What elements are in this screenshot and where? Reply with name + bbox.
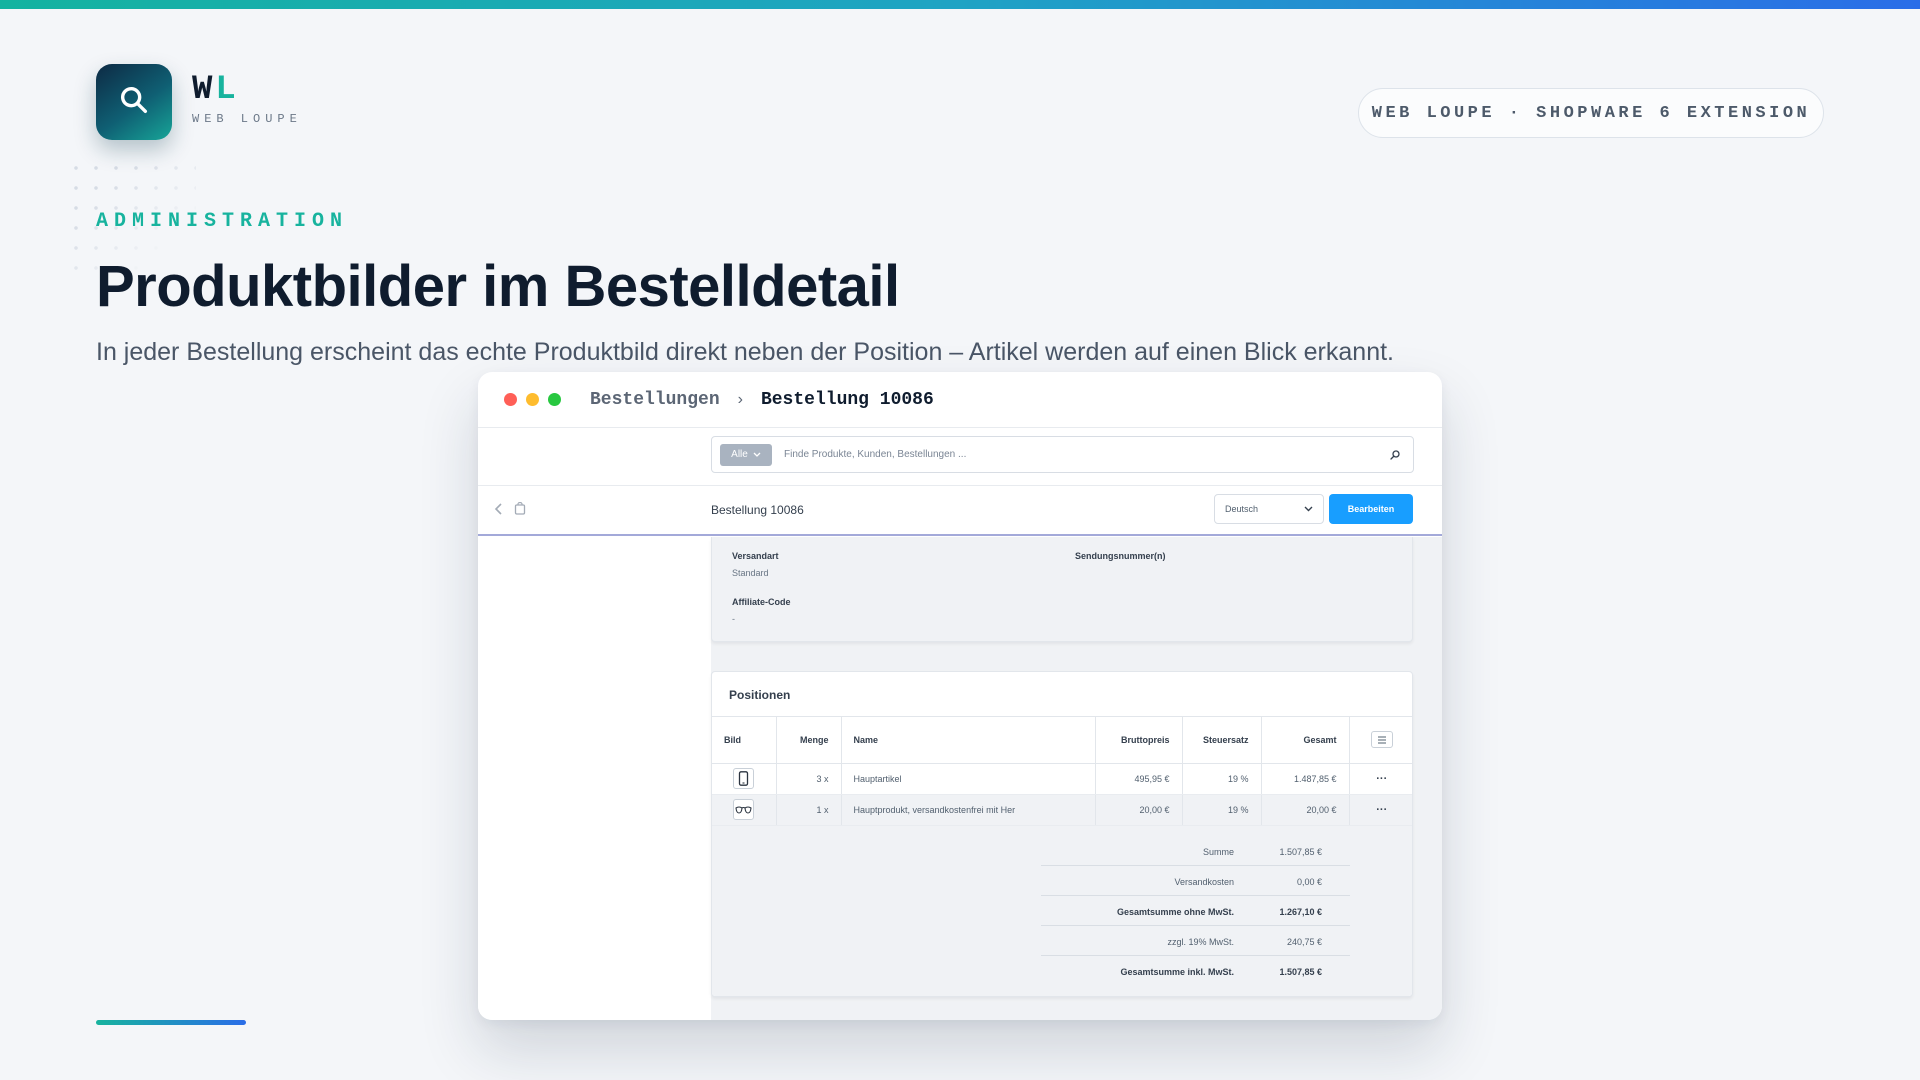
smartphone-icon [739, 771, 749, 786]
language-select[interactable]: Deutsch [1214, 494, 1324, 524]
more-actions-icon[interactable]: ··· [1376, 804, 1387, 816]
summary-value: 0,00 € [1296, 877, 1322, 887]
back-arrow-icon[interactable] [494, 502, 504, 521]
admin-search-row: Alle Finde Produkte, Kunden, Bestellunge… [478, 428, 1442, 486]
summary-value: 1.507,85 € [1279, 967, 1322, 977]
gross-price-cell: 20,00 € [1095, 794, 1183, 826]
logo-letter-l: L [215, 71, 239, 109]
more-actions-icon[interactable]: ··· [1376, 773, 1387, 785]
column-header-total[interactable]: Gesamt [1261, 717, 1350, 764]
product-thumbnail[interactable] [733, 768, 755, 789]
summary-row-shipping: Versandkosten 0,00 € [1041, 866, 1350, 896]
order-summary: Summe 1.507,85 € Versandkosten 0,00 € Ge… [712, 826, 1412, 996]
product-thumbnail[interactable] [733, 799, 755, 820]
summary-row-vat: zzgl. 19% MwSt. 240,75 € [1041, 926, 1350, 956]
language-value: Deutsch [1225, 504, 1259, 514]
summary-label: zzgl. 19% MwSt. [1167, 937, 1234, 947]
order-title: Bestellung 10086 [711, 503, 804, 517]
app-logo [96, 64, 172, 140]
positions-title: Positionen [712, 672, 1412, 717]
product-image-cell [712, 794, 777, 826]
shopping-bag-icon [514, 501, 526, 520]
row-actions-cell: ··· [1349, 763, 1412, 795]
page-subline: In jeder Bestellung erscheint das echte … [96, 338, 1394, 366]
breadcrumb-current: Bestellung 10086 [760, 389, 934, 410]
edit-button[interactable]: Bearbeiten [1329, 494, 1413, 524]
global-search-field[interactable]: Alle Finde Produkte, Kunden, Bestellunge… [711, 436, 1414, 473]
close-window-button[interactable] [504, 393, 517, 406]
summary-row-net-total: Gesamtsumme ohne MwSt. 1.267,10 € [1041, 896, 1350, 926]
total-cell: 1.487,85 € [1261, 763, 1350, 795]
table-row[interactable]: 3 x Hauptartikel 495,95 € 19 % 1.487,85 … [712, 763, 1412, 795]
positions-card: Positionen Bild Menge Name Bruttopreis S… [711, 671, 1413, 997]
quantity-cell: 3 x [776, 763, 842, 795]
affiliate-code-label: Affiliate-Code [732, 597, 791, 607]
positions-table: Bild Menge Name Bruttopreis Steuersatz G… [712, 717, 1412, 826]
page-headline: Produktbilder im Bestelldetail [96, 254, 900, 319]
product-name-cell: Hauptartikel [841, 763, 1096, 795]
chevron-down-icon [753, 452, 761, 457]
search-icon [117, 83, 151, 122]
table-header-row: Bild Menge Name Bruttopreis Steuersatz G… [712, 717, 1412, 764]
column-settings-button[interactable] [1370, 731, 1393, 749]
summary-value: 1.507,85 € [1279, 847, 1322, 857]
row-actions-cell: ··· [1349, 794, 1412, 826]
logo-subtitle: WEB LOUPE [192, 112, 302, 126]
section-eyebrow: ADMINISTRATION [96, 210, 349, 233]
total-cell: 20,00 € [1261, 794, 1350, 826]
search-filter-label: Alle [731, 449, 748, 460]
summary-label: Versandkosten [1174, 877, 1234, 887]
search-icon[interactable] [1389, 449, 1401, 461]
product-name-cell: Hauptprodukt, versandkostenfrei mit Her [841, 794, 1096, 826]
glasses-icon [735, 805, 752, 814]
column-header-name[interactable]: Name [841, 717, 1096, 764]
order-detail-content: Versandart Standard Sendungsnummer(n) Af… [478, 537, 1442, 1020]
shipping-method-value: Standard [732, 568, 769, 578]
tax-rate-cell: 19 % [1182, 763, 1262, 795]
summary-value: 240,75 € [1286, 937, 1322, 947]
product-image-cell [712, 763, 777, 795]
affiliate-code-value: - [732, 614, 735, 624]
minimize-window-button[interactable] [526, 393, 539, 406]
list-icon [1377, 736, 1386, 744]
column-header-tax-rate[interactable]: Steuersatz [1182, 717, 1262, 764]
column-header-gross-price[interactable]: Bruttopreis [1095, 717, 1183, 764]
tax-rate-cell: 19 % [1182, 794, 1262, 826]
search-input[interactable]: Finde Produkte, Kunden, Bestellungen ... [784, 449, 1389, 460]
search-filter-dropdown[interactable]: Alle [720, 443, 772, 466]
breadcrumb-separator: › [737, 390, 743, 408]
logo-initials: WL [192, 72, 302, 108]
browser-window: Bestellungen › Bestellung 10086 Alle Fin… [478, 372, 1442, 1020]
summary-value: 1.267,10 € [1279, 907, 1322, 917]
bottom-accent-bar [96, 1020, 246, 1025]
order-details-card: Versandart Standard Sendungsnummer(n) Af… [711, 537, 1413, 642]
product-pill-badge: WEB LOUPE · SHOPWARE 6 EXTENSION [1358, 88, 1824, 138]
table-row[interactable]: 1 x Hauptprodukt, versandkostenfrei mit … [712, 794, 1412, 826]
chevron-down-icon [1304, 506, 1313, 512]
summary-label: Gesamtsumme ohne MwSt. [1116, 907, 1234, 917]
logo-letter-w: W [192, 71, 216, 109]
gross-price-cell: 495,95 € [1095, 763, 1183, 795]
logo-wordmark: WL WEB LOUPE [192, 72, 302, 126]
breadcrumb-parent[interactable]: Bestellungen [590, 390, 720, 410]
smartbar: Bestellung 10086 Deutsch Bearbeiten [478, 486, 1442, 536]
shipping-method-label: Versandart [732, 551, 779, 561]
quantity-cell: 1 x [776, 794, 842, 826]
content-left-gutter [478, 537, 711, 1020]
summary-row-gross-total: Gesamtsumme inkl. MwSt. 1.507,85 € [1041, 956, 1350, 986]
summary-label: Summe [1202, 847, 1234, 857]
summary-row-subtotal: Summe 1.507,85 € [1041, 836, 1350, 866]
maximize-window-button[interactable] [548, 393, 561, 406]
tracking-numbers-label: Sendungsnummer(n) [1075, 551, 1166, 561]
summary-label: Gesamtsumme inkl. MwSt. [1120, 967, 1234, 977]
column-settings-cell [1349, 717, 1412, 764]
window-titlebar: Bestellungen › Bestellung 10086 [478, 372, 1442, 428]
column-header-quantity[interactable]: Menge [776, 717, 842, 764]
top-gradient-bar [0, 0, 1920, 9]
column-header-image[interactable]: Bild [712, 717, 777, 764]
